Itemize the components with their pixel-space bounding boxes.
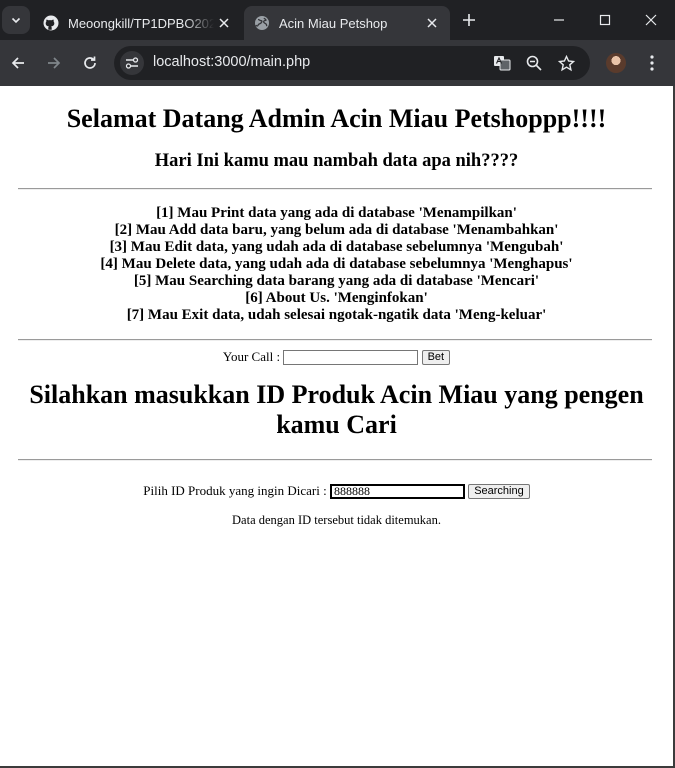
- minimize-icon: [554, 19, 564, 21]
- new-tab-button[interactable]: [457, 8, 481, 32]
- chevron-down-icon: [11, 17, 21, 24]
- bet-button[interactable]: Bet: [421, 349, 451, 365]
- close-icon: [645, 14, 657, 26]
- menu-item-exit: [7] Mau Exit data, udah selesai ngotak-n…: [126, 307, 547, 323]
- more-vert-icon: [650, 55, 654, 71]
- tab-search-button[interactable]: [2, 6, 30, 34]
- globe-icon: [254, 15, 270, 31]
- site-info-icon[interactable]: [120, 51, 144, 75]
- menu-item-add: [2] Mau Add data baru, yang belum ada di…: [114, 222, 559, 238]
- divider: [18, 339, 652, 341]
- browser-titlebar: Meoongkill/TP1DPBO2025 Acin Miau Petshop: [0, 0, 675, 40]
- search-form: Pilih ID Produk yang ingin Dicari : Sear…: [0, 482, 673, 499]
- call-form: Your Call : Bet: [0, 348, 673, 365]
- zoom-out-icon[interactable]: [522, 51, 546, 75]
- reload-button[interactable]: [76, 49, 104, 77]
- plus-icon: [463, 14, 475, 26]
- menu-item-search: [5] Mau Searching data barang yang ada d…: [133, 273, 540, 289]
- maximize-button[interactable]: [582, 0, 628, 40]
- menu-list: [1] Mau Print data yang ada di database …: [0, 205, 673, 324]
- close-icon[interactable]: [422, 13, 442, 33]
- close-window-button[interactable]: [628, 0, 674, 40]
- call-input[interactable]: [283, 349, 419, 365]
- call-label: Your Call :: [222, 349, 281, 365]
- profile-avatar[interactable]: [606, 53, 626, 73]
- result-message: Data dengan ID tersebut tidak ditemukan.: [232, 513, 441, 527]
- page-content: Selamat Datang Admin Acin Miau Petshoppp…: [0, 86, 673, 766]
- url-text: localhost:3000/main.php: [153, 54, 311, 70]
- menu-item-edit: [3] Mau Edit data, yang udah ada di data…: [109, 239, 564, 255]
- browser-toolbar: localhost:3000/main.php: [0, 40, 675, 86]
- forward-button[interactable]: [40, 49, 68, 77]
- searching-button[interactable]: Searching: [468, 483, 530, 499]
- page-subtitle: Hari Ini kamu mau nambah data apa nih???…: [154, 151, 519, 171]
- search-input[interactable]: [329, 483, 465, 499]
- tab-title: Meoongkill/TP1DPBO2025: [68, 15, 214, 31]
- divider: [18, 459, 652, 461]
- tab-github[interactable]: Meoongkill/TP1DPBO2025: [34, 6, 242, 40]
- github-icon: [43, 15, 59, 31]
- menu-item-delete: [4] Mau Delete data, yang udah ada di da…: [100, 256, 573, 272]
- back-button[interactable]: [4, 49, 32, 77]
- page-title: Selamat Datang Admin Acin Miau Petshoppp…: [66, 104, 607, 133]
- browser-menu-button[interactable]: [640, 49, 664, 77]
- maximize-icon: [599, 14, 611, 26]
- tab-title: Acin Miau Petshop: [279, 15, 388, 31]
- search-heading: Silahkan masukkan ID Produk Acin Miau ya…: [29, 380, 644, 439]
- menu-item-about: [6] About Us. 'Menginfokan': [245, 290, 428, 306]
- bookmark-star-icon[interactable]: [554, 51, 578, 75]
- translate-icon[interactable]: [490, 51, 514, 75]
- close-icon[interactable]: [214, 13, 234, 33]
- arrow-left-icon: [11, 57, 24, 69]
- search-label: Pilih ID Produk yang ingin Dicari :: [143, 483, 327, 499]
- arrow-right-icon: [48, 57, 61, 69]
- divider: [18, 188, 652, 190]
- address-bar[interactable]: localhost:3000/main.php: [114, 46, 590, 80]
- tab-acin-miau-petshop[interactable]: Acin Miau Petshop: [244, 6, 450, 40]
- reload-icon: [84, 56, 96, 69]
- menu-item-print: [1] Mau Print data yang ada di database …: [156, 205, 517, 221]
- minimize-button[interactable]: [536, 0, 582, 40]
